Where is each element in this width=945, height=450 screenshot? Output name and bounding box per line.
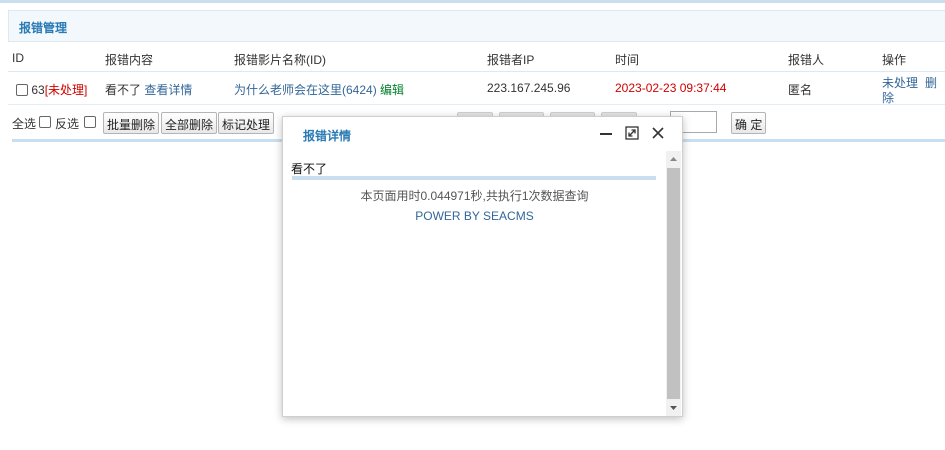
- row-reporter: 匿名: [788, 83, 813, 97]
- page-timing-text: 本页面用时0.044971秒,共执行1次数据查询: [360, 189, 589, 203]
- row-content: 看不了: [105, 83, 142, 97]
- table-row: 63[未处理] 看不了 查看详情 为什么老师会在这里(6424) 编辑 223.…: [8, 73, 945, 105]
- select-all-label: 全选: [12, 117, 37, 131]
- delete-all-button[interactable]: 全部删除: [161, 112, 218, 134]
- mark-processed-button[interactable]: 标记处理: [218, 112, 275, 134]
- col-header-reporter: 报错人: [788, 53, 825, 67]
- col-header-time: 时间: [615, 53, 640, 67]
- close-icon[interactable]: [650, 125, 666, 141]
- row-id-cell: 63[未处理]: [16, 81, 87, 98]
- row-movie-cell: 为什么老师会在这里(6424) 编辑: [234, 81, 404, 98]
- scroll-thumb[interactable]: [667, 168, 680, 399]
- maximize-icon[interactable]: [624, 125, 640, 141]
- panel-title: 报错管理: [19, 21, 68, 35]
- table-header: ID 报错内容 报错影片名称(ID) 报错者IP 时间 报错人 操作: [8, 44, 945, 72]
- movie-link[interactable]: 为什么老师会在这里(6424): [234, 83, 377, 97]
- col-header-actions: 操作: [882, 53, 907, 67]
- dialog-title: 报错详情: [303, 129, 352, 143]
- panel-header: 报错管理: [8, 10, 945, 42]
- row-time: 2023-02-23 09:37:44: [615, 81, 727, 95]
- content-divider: [292, 176, 656, 180]
- delete-link-continued[interactable]: 除: [882, 89, 894, 106]
- col-header-content: 报错内容: [105, 53, 154, 67]
- top-divider: [0, 0, 945, 3]
- edit-link[interactable]: 编辑: [380, 83, 404, 97]
- col-header-id: ID: [12, 51, 24, 65]
- report-detail-dialog: 报错详情 看不了 本页面用时0.044971秒,共执行1次数据查询 POWER …: [282, 116, 683, 417]
- batch-delete-button[interactable]: 批量删除: [103, 112, 160, 134]
- invert-checkbox[interactable]: [84, 116, 96, 128]
- row-content-cell: 看不了 查看详情: [105, 81, 192, 98]
- dialog-scrollbar[interactable]: [666, 151, 681, 416]
- select-all-checkbox[interactable]: [39, 116, 51, 128]
- scroll-down-arrow-icon[interactable]: [666, 400, 681, 416]
- report-content-text: 看不了: [291, 162, 328, 176]
- col-header-ip: 报错者IP: [487, 53, 535, 67]
- row-id: 63: [31, 83, 45, 97]
- confirm-button[interactable]: 确 定: [731, 112, 767, 134]
- view-detail-link[interactable]: 查看详情: [144, 83, 192, 97]
- row-checkbox[interactable]: [16, 84, 28, 96]
- minimize-icon[interactable]: [598, 125, 614, 141]
- invert-label: 反选: [55, 117, 80, 131]
- dialog-body: 看不了 本页面用时0.044971秒,共执行1次数据查询 POWER BY SE…: [283, 151, 666, 416]
- row-ip: 223.167.245.96: [487, 81, 571, 95]
- col-header-movie: 报错影片名称(ID): [234, 53, 326, 67]
- scroll-up-arrow-icon[interactable]: [666, 151, 681, 167]
- status-badge: [未处理]: [44, 83, 88, 97]
- delete-link[interactable]: 删: [925, 74, 937, 91]
- power-by-text: POWER BY SEACMS: [415, 209, 534, 223]
